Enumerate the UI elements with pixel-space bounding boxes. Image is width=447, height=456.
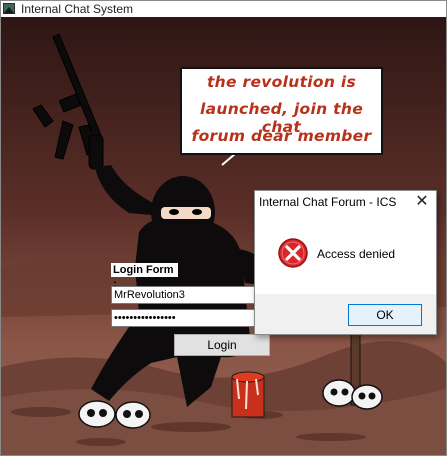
dialog-message: Access denied: [317, 247, 396, 261]
login-form-label: Login Form :: [111, 263, 178, 290]
window-titlebar[interactable]: Internal Chat System: [1, 1, 446, 17]
app-icon: [3, 3, 15, 14]
speech-bubble-line: forum dear member: [191, 127, 372, 145]
window-title: Internal Chat System: [21, 2, 134, 16]
login-button[interactable]: Login: [174, 334, 270, 356]
speech-bubble-line: the revolution is: [206, 73, 357, 91]
password-field[interactable]: [111, 309, 257, 327]
dialog-title: Internal Chat Forum - ICS: [259, 195, 397, 209]
error-dialog: Internal Chat Forum - ICS ✕ Access denie…: [254, 190, 437, 335]
ok-button[interactable]: OK: [348, 304, 422, 326]
dialog-footer: OK: [255, 294, 436, 334]
dialog-body: Access denied: [255, 215, 436, 294]
speech-bubble: the revolution is launched, join the cha…: [180, 67, 383, 155]
main-window: Internal Chat System the revolution is l…: [0, 0, 447, 456]
username-field[interactable]: [111, 286, 257, 304]
error-icon: [278, 238, 308, 268]
close-icon[interactable]: ✕: [412, 192, 432, 212]
